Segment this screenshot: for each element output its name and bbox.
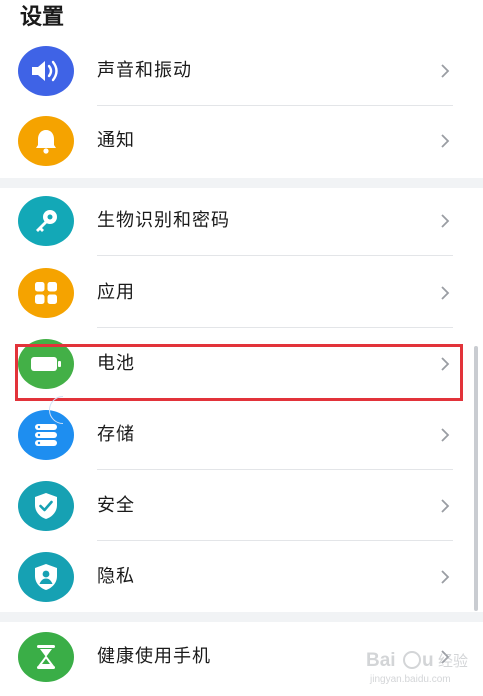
- speaker-icon: [18, 46, 74, 96]
- chevron-right-icon: [441, 286, 450, 300]
- baidu-watermark-logo: Bai u 经验 jingyan.baidu.com: [366, 650, 468, 685]
- page-title: 设置: [20, 5, 65, 30]
- svg-text:u: u: [422, 650, 434, 671]
- privacy-shield-icon: [18, 552, 74, 602]
- chevron-right-icon: [441, 214, 450, 228]
- settings-item-apps[interactable]: 应用: [0, 262, 483, 332]
- shield-check-icon: [18, 481, 74, 531]
- hourglass-icon: [18, 632, 74, 682]
- settings-item-sound[interactable]: 声音和振动: [0, 40, 483, 110]
- settings-item-label: 存储: [97, 424, 135, 445]
- apps-grid-icon: [18, 268, 74, 318]
- settings-item-label: 声音和振动: [97, 60, 192, 81]
- settings-item-biometrics[interactable]: 生物识别和密码: [0, 190, 483, 260]
- key-icon: [18, 196, 74, 246]
- chevron-right-icon: [441, 499, 450, 513]
- chevron-right-icon: [441, 134, 450, 148]
- settings-item-privacy[interactable]: 隐私: [0, 546, 483, 616]
- divider: [97, 469, 453, 470]
- highlight-box: [15, 344, 463, 401]
- settings-item-security[interactable]: 安全: [0, 475, 483, 545]
- settings-item-storage[interactable]: 存储: [0, 404, 483, 474]
- chevron-right-icon: [441, 428, 450, 442]
- storage-icon: [18, 410, 74, 460]
- chevron-right-icon: [441, 64, 450, 78]
- settings-item-label: 生物识别和密码: [97, 210, 230, 231]
- settings-item-label: 安全: [97, 495, 135, 516]
- settings-item-label: 健康使用手机: [97, 646, 211, 667]
- settings-item-label: 隐私: [97, 566, 135, 587]
- scrollbar[interactable]: [474, 346, 478, 611]
- settings-item-label: 通知: [97, 130, 135, 151]
- settings-item-label: 应用: [97, 282, 135, 303]
- divider: [97, 327, 453, 328]
- chevron-right-icon: [441, 570, 450, 584]
- svg-text:Bai: Bai: [366, 650, 396, 671]
- divider: [97, 105, 453, 106]
- bell-icon: [18, 116, 74, 166]
- divider: [97, 255, 453, 256]
- divider: [97, 540, 453, 541]
- group-separator: [0, 178, 483, 188]
- svg-text:经验: 经验: [438, 652, 468, 670]
- settings-item-notifications[interactable]: 通知: [0, 110, 483, 180]
- svg-text:jingyan.baidu.com: jingyan.baidu.com: [369, 674, 451, 685]
- group-separator: [0, 612, 483, 622]
